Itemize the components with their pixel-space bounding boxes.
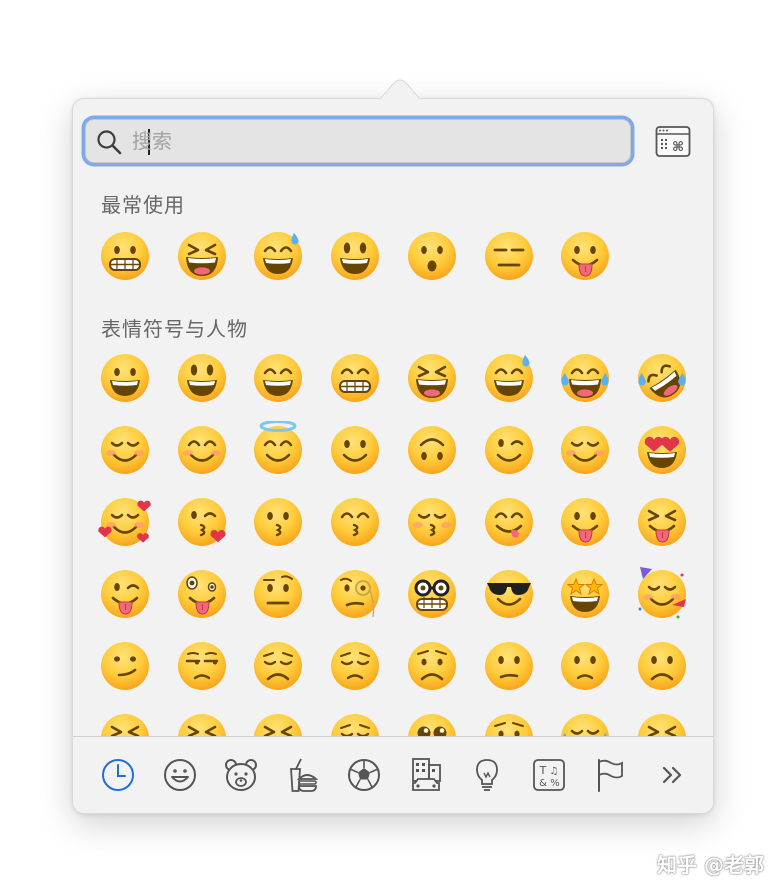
emoji-winking-tongue[interactable] <box>97 565 153 621</box>
search-icon <box>97 130 122 155</box>
emoji-heart-eyes[interactable] <box>634 421 690 477</box>
frequently-used-grid <box>73 227 713 287</box>
emoji-smiling-hearts[interactable] <box>97 493 153 549</box>
burger-drink-icon <box>289 758 318 792</box>
svg-text:&: & <box>539 778 547 789</box>
smileys-people-grid <box>73 349 713 736</box>
emoji-squinting[interactable] <box>174 227 230 283</box>
emoji-blush[interactable] <box>174 421 230 477</box>
emoji-frowning-open-mouth[interactable] <box>404 227 460 283</box>
emoji-disappointed[interactable] <box>250 637 306 693</box>
emoji-grinning-big-eyes[interactable] <box>174 349 230 405</box>
emoji-unamused[interactable] <box>174 637 230 693</box>
emoji-grimacing[interactable] <box>97 227 153 283</box>
emoji-grinning-big-eyes[interactable] <box>327 227 383 283</box>
emoji-zany[interactable] <box>174 565 230 621</box>
emoji-weary[interactable] <box>327 709 383 736</box>
emoji-picker-popover: ⌘ 最常使用 表情符号与人物 <box>72 98 714 814</box>
section-title-smileys-people: 表情符号与人物 <box>101 317 248 341</box>
svg-text:%: % <box>550 778 560 789</box>
emoji-tongue-out[interactable] <box>557 227 613 283</box>
section-title-frequently-used: 最常使用 <box>101 193 185 217</box>
emoji-partying[interactable] <box>634 565 690 621</box>
tab-flags[interactable] <box>590 755 630 795</box>
tab-activity[interactable] <box>344 755 384 795</box>
emoji-persevering[interactable] <box>97 709 153 736</box>
flag-icon <box>598 759 623 792</box>
emoji-innocent[interactable] <box>250 421 306 477</box>
tab-smileys-people[interactable] <box>160 755 200 795</box>
category-tab-bar: T ♫ &% <box>73 736 713 813</box>
symbols-icon: T ♫&% <box>532 759 565 791</box>
character-viewer-icon[interactable]: ⌘ <box>655 125 691 159</box>
emoji-loudly-crying[interactable] <box>557 709 613 736</box>
emoji-rofl[interactable] <box>634 349 690 405</box>
building-car-icon <box>411 758 441 791</box>
screen: ⌘ 最常使用 表情符号与人物 <box>0 0 784 894</box>
emoji-kissing-heart[interactable] <box>174 493 230 549</box>
emoji-crying[interactable] <box>481 709 537 736</box>
popover-arrow <box>380 79 420 100</box>
double-chevron-right-icon <box>662 766 681 784</box>
emoji-yum[interactable] <box>481 493 537 549</box>
emoji-slightly-smiling[interactable] <box>327 421 383 477</box>
tab-more[interactable] <box>652 755 692 795</box>
emoji-pensive[interactable] <box>327 637 383 693</box>
emoji-upside-down[interactable] <box>404 421 460 477</box>
emoji-steam[interactable] <box>634 709 690 736</box>
emoji-kissing-smiling-eyes[interactable] <box>327 493 383 549</box>
emoji-smirk[interactable] <box>97 637 153 693</box>
svg-text:T: T <box>538 764 546 777</box>
bear-icon <box>225 759 257 791</box>
emoji-scroll-area[interactable]: ⌘ 最常使用 表情符号与人物 <box>73 99 713 736</box>
emoji-tongue-out[interactable] <box>557 493 613 549</box>
emoji-kissing[interactable] <box>250 493 306 549</box>
tab-animals-nature[interactable] <box>221 755 261 795</box>
emoji-slightly-frowning[interactable] <box>557 637 613 693</box>
smiley-icon <box>163 759 196 791</box>
emoji-confused[interactable] <box>481 637 537 693</box>
emoji-sunglasses[interactable] <box>481 565 537 621</box>
watermark: 知乎 @老郭 <box>657 853 764 877</box>
emoji-nerd[interactable] <box>404 565 460 621</box>
emoji-grinning-smiling-eyes[interactable] <box>250 349 306 405</box>
emoji-tired[interactable] <box>174 709 230 736</box>
emoji-squinting[interactable] <box>404 349 460 405</box>
tab-symbols[interactable]: T ♫ &% <box>529 755 569 795</box>
emoji-grinning[interactable] <box>97 349 153 405</box>
emoji-sweat-smile[interactable] <box>250 227 306 283</box>
emoji-raised-eyebrow[interactable] <box>250 565 306 621</box>
emoji-squinting-tongue[interactable] <box>634 493 690 549</box>
emoji-sweat-smile[interactable] <box>481 349 537 405</box>
emoji-kissing-closed-eyes[interactable] <box>404 493 460 549</box>
emoji-expressionless[interactable] <box>481 227 537 283</box>
tab-frequently-used[interactable] <box>98 755 138 795</box>
emoji-frowning[interactable] <box>634 637 690 693</box>
emoji-joy[interactable] <box>557 349 613 405</box>
emoji-monocle[interactable] <box>327 565 383 621</box>
soccer-ball-icon <box>348 759 380 791</box>
svg-text:⌘: ⌘ <box>672 140 684 155</box>
emoji-star-struck[interactable] <box>557 565 613 621</box>
clock-icon <box>102 759 134 791</box>
emoji-pleading[interactable] <box>404 709 460 736</box>
tab-objects[interactable] <box>467 755 507 795</box>
search-input[interactable] <box>132 124 612 158</box>
emoji-worried[interactable] <box>404 637 460 693</box>
tab-travel-places[interactable] <box>406 755 446 795</box>
emoji-relaxed[interactable] <box>97 421 153 477</box>
search-field[interactable] <box>85 119 631 163</box>
emoji-beaming[interactable] <box>327 349 383 405</box>
lightbulb-icon <box>476 759 498 791</box>
emoji-wink[interactable] <box>481 421 537 477</box>
tab-food-drink[interactable] <box>283 755 323 795</box>
emoji-relieved[interactable] <box>557 421 613 477</box>
svg-text:♫: ♫ <box>549 766 558 777</box>
emoji-confounded[interactable] <box>250 709 306 736</box>
